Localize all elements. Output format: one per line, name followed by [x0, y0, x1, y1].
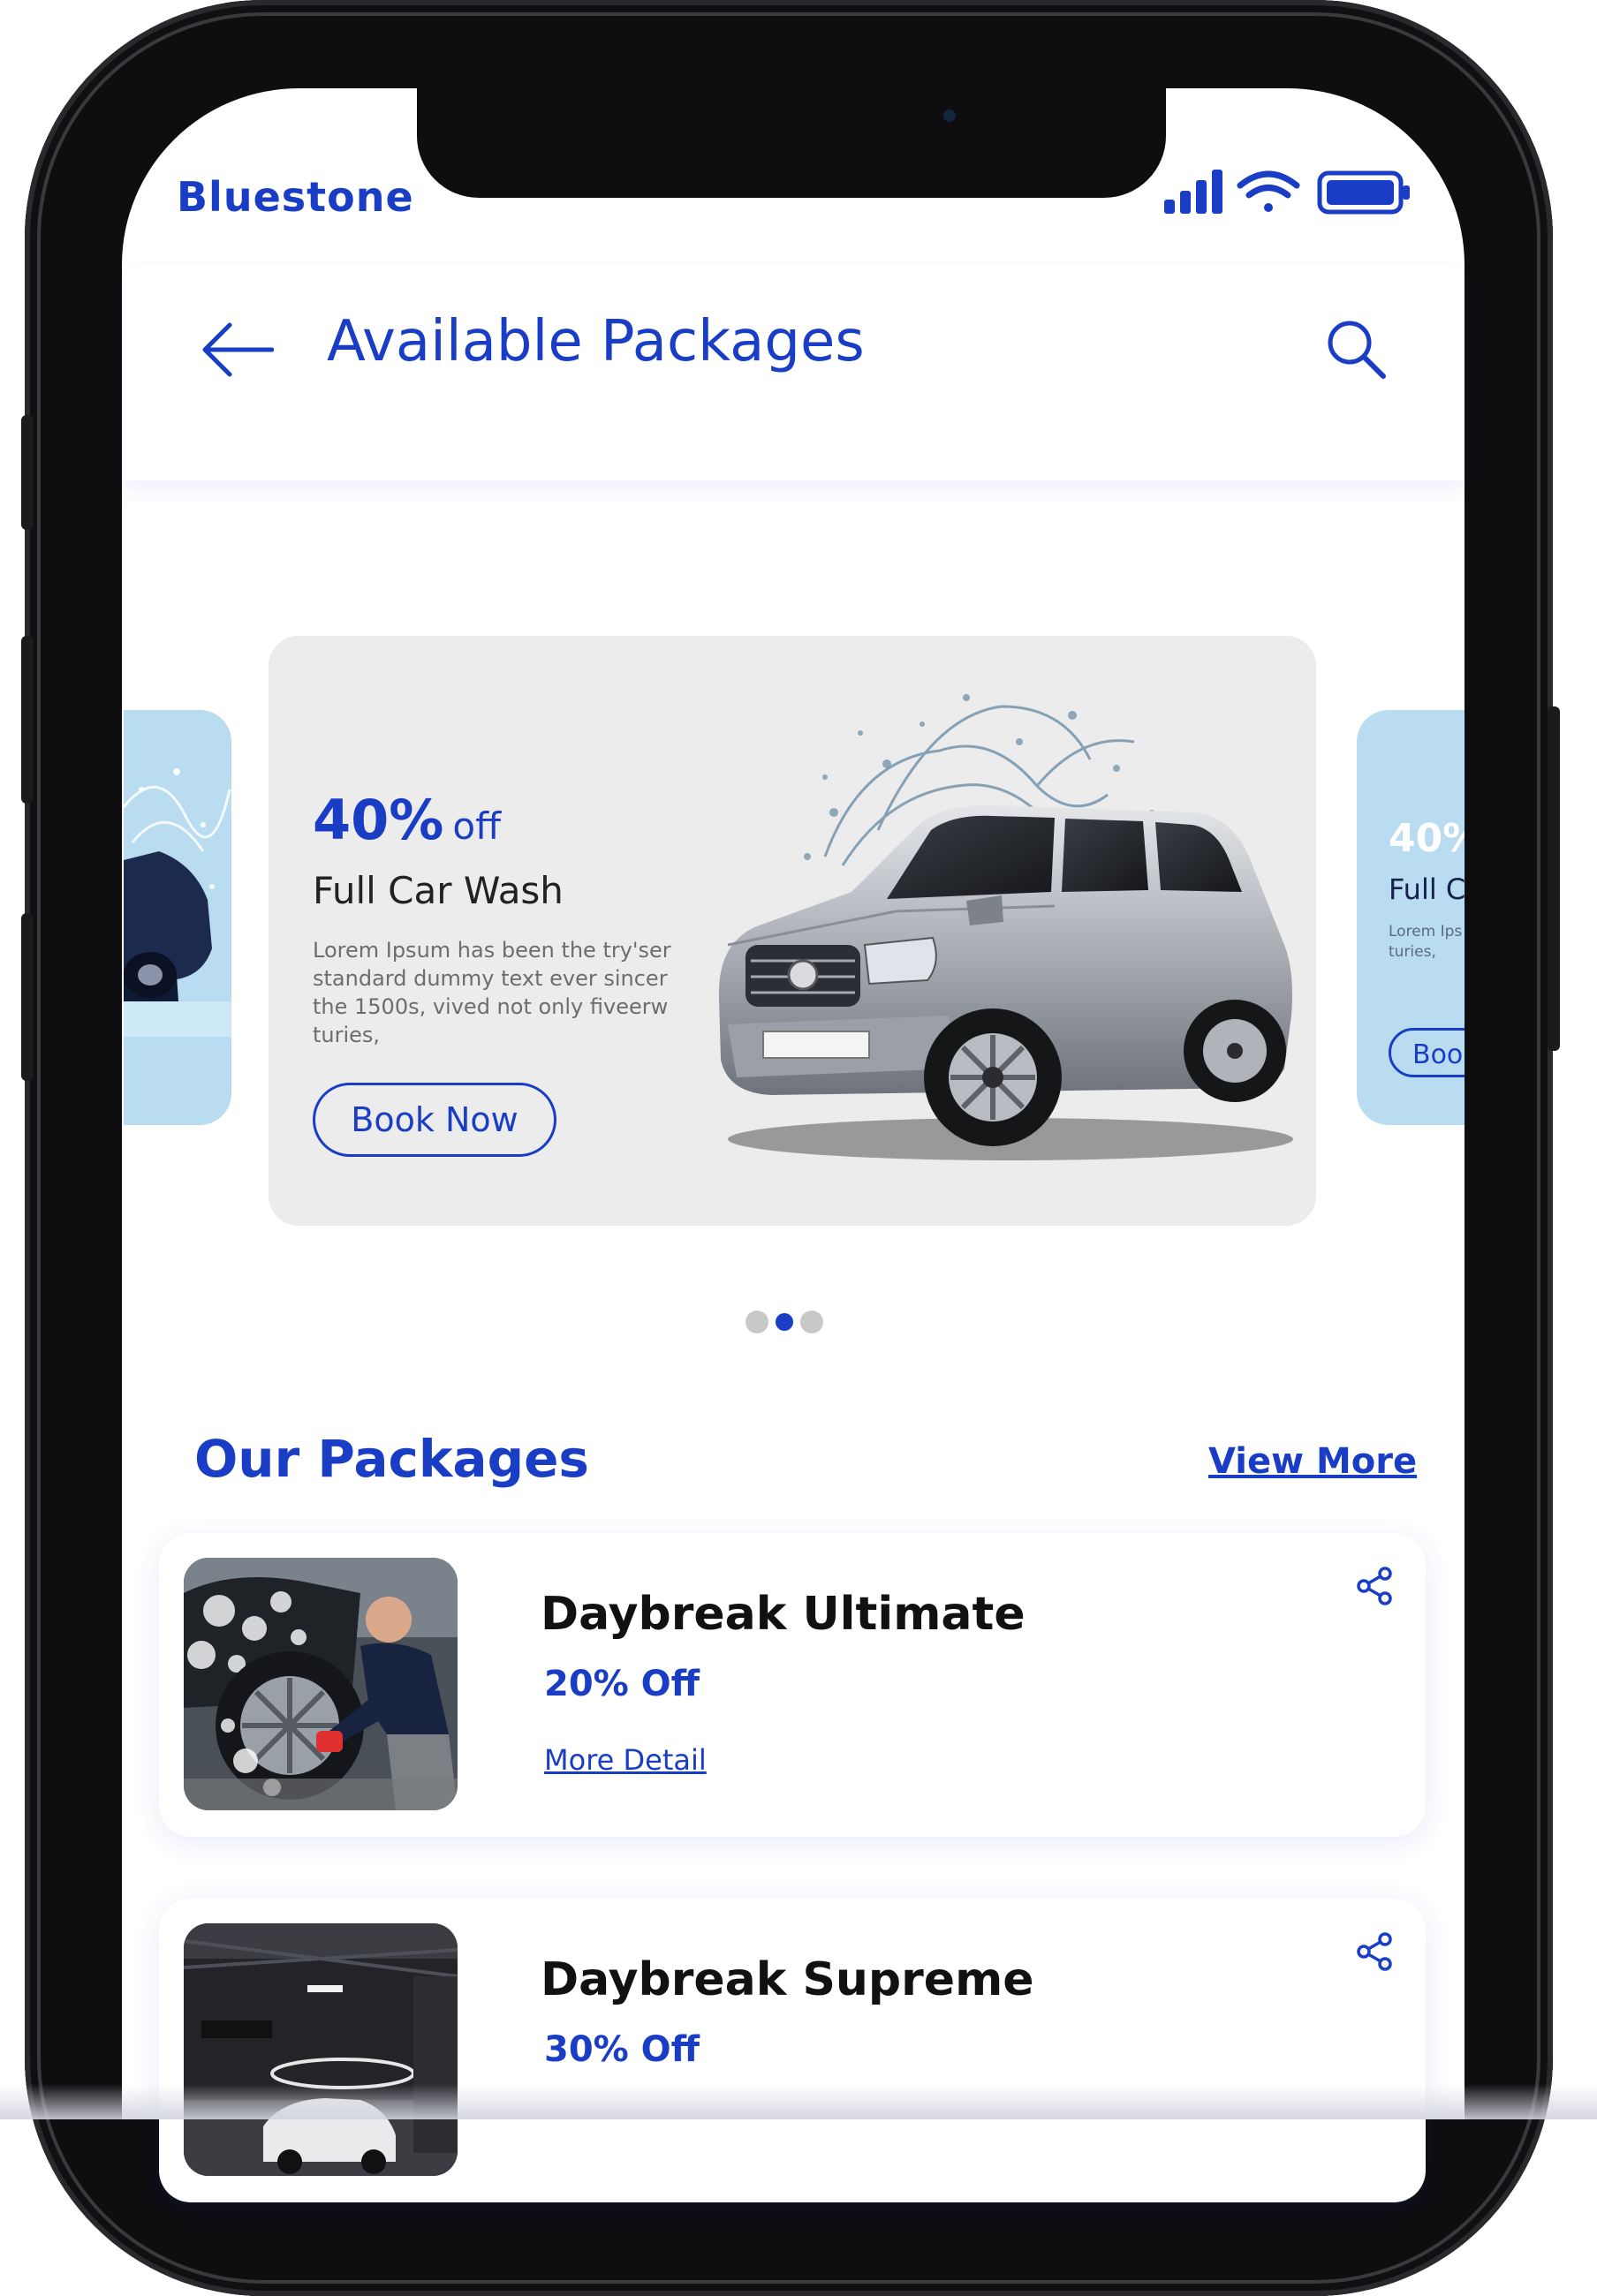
arrow-left-icon[interactable] — [201, 321, 274, 378]
carousel-indicator — [746, 1310, 823, 1337]
phone-notch — [417, 88, 1166, 198]
promo-discount-value: 40% — [313, 788, 444, 852]
search-icon[interactable] — [1323, 316, 1387, 380]
car-wash-garage-image — [184, 1923, 458, 2176]
silver-suv-splash-image — [718, 694, 1293, 1160]
car-splash-image — [124, 710, 231, 1125]
car-wash-worker-image — [184, 1558, 458, 1810]
promo-card-full-car-wash[interactable]: 40% off Full Car Wash Lorem Ipsum has bee… — [269, 636, 1316, 1226]
carousel-slide-next[interactable]: 40% Full C Lorem Ips standard the 1500s … — [1357, 710, 1465, 1125]
package-card-daybreak-supreme[interactable]: Daybreak Supreme 30% Off — [159, 1899, 1426, 2202]
package-discount: 20% Off — [544, 1664, 700, 1704]
carousel-dot-1[interactable] — [746, 1310, 768, 1333]
signal-icon — [1164, 170, 1222, 214]
promo-discount: 40% off — [313, 788, 501, 852]
view-more-link[interactable]: View More — [1208, 1441, 1417, 1482]
carousel-dot-3[interactable] — [800, 1310, 823, 1333]
phone-power-button — [1548, 706, 1560, 1051]
next-slide-description: Lorem Ips standard the 1500s turies, — [1389, 923, 1465, 961]
phone-volume-down — [21, 913, 34, 1081]
carousel-dot-2[interactable] — [776, 1313, 793, 1331]
promo-description: Lorem Ipsum has been the try'ser standar… — [313, 938, 671, 1047]
book-now-button[interactable]: Book Now — [313, 1083, 556, 1157]
wifi-icon — [1237, 170, 1300, 212]
more-detail-link[interactable]: More Detail — [544, 1743, 707, 1777]
carousel-slide-previous[interactable] — [124, 710, 231, 1125]
package-discount: 30% Off — [544, 2029, 700, 2070]
share-icon[interactable] — [1353, 1930, 1396, 1973]
promo-title: Full Car Wash — [313, 869, 564, 912]
next-slide-book-button[interactable]: Boo — [1389, 1028, 1465, 1077]
package-card-daybreak-ultimate[interactable]: Daybreak Ultimate 20% Off More Detail — [159, 1533, 1426, 1837]
package-name: Daybreak Ultimate — [541, 1588, 1026, 1641]
battery-icon — [1317, 170, 1410, 215]
next-slide-title: Full C — [1389, 872, 1465, 906]
phone-volume-up — [21, 636, 34, 804]
status-icons — [1164, 170, 1410, 215]
share-icon[interactable] — [1353, 1565, 1396, 1607]
next-slide-discount: 40% — [1389, 816, 1465, 861]
promo-off-label: off — [452, 804, 502, 848]
carrier-name: Bluestone — [177, 173, 414, 221]
page-title: Available Packages — [327, 309, 865, 374]
phone-mute-switch — [21, 415, 34, 530]
section-title-our-packages: Our Packages — [194, 1429, 589, 1489]
package-name: Daybreak Supreme — [541, 1953, 1034, 2006]
front-camera — [943, 110, 956, 122]
bottom-fade — [0, 2084, 1597, 2119]
